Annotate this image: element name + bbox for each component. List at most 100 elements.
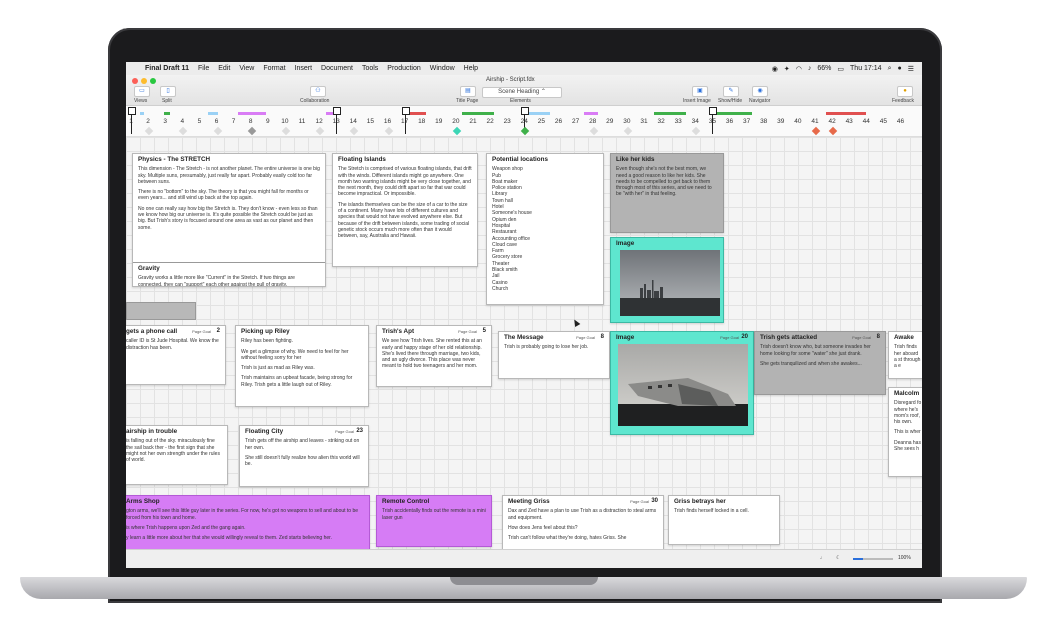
split-button[interactable]: ▯: [160, 86, 176, 97]
ruler-scene-marker[interactable]: [452, 126, 462, 136]
ruler-scene-marker[interactable]: [179, 126, 188, 136]
ruler-marker[interactable]: [333, 107, 342, 115]
zoom-window-icon[interactable]: [150, 78, 156, 84]
ruler-page-number[interactable]: 25: [534, 118, 548, 125]
ruler-page-number[interactable]: 6: [210, 118, 224, 125]
menu-tools[interactable]: Tools: [362, 65, 378, 72]
ruler-page-number[interactable]: 30: [620, 118, 634, 125]
menu-format[interactable]: Format: [263, 65, 285, 72]
card-trish-gets-attacked[interactable]: Trish gets attacked Page Goal 8 Trish do…: [754, 331, 886, 395]
menu-production[interactable]: Production: [387, 65, 420, 72]
ruler-scene-marker[interactable]: [623, 126, 633, 136]
ruler-page-number[interactable]: 15: [363, 118, 377, 125]
card-phone-call[interactable]: gets a phone call Page Goal 2 caller ID …: [126, 325, 226, 385]
ruler-page-number[interactable]: 11: [295, 118, 309, 125]
show-hide-button[interactable]: ✎: [723, 86, 739, 97]
ruler-page-number[interactable]: 34: [688, 118, 702, 125]
record-icon[interactable]: ◉: [772, 65, 778, 73]
card-airship-in-trouble[interactable]: airship in trouble is falling out of the…: [126, 425, 228, 485]
ruler-color-bar[interactable]: [208, 112, 218, 115]
beat-board[interactable]: Physics - The STRETCH This dimension - T…: [126, 137, 922, 549]
ruler-scene-marker[interactable]: [281, 126, 291, 136]
ruler-page-number[interactable]: 1: [126, 118, 138, 125]
ruler-color-bar[interactable]: [140, 112, 144, 115]
card-image-plane[interactable]: Image Page Goal 20: [610, 331, 754, 435]
ruler-page-number[interactable]: 29: [603, 118, 617, 125]
collaboration-button[interactable]: ⚇: [310, 86, 326, 97]
ruler-color-bar[interactable]: [654, 112, 686, 115]
ruler-page-number[interactable]: 8: [244, 118, 258, 125]
ruler-page-number[interactable]: 42: [825, 118, 839, 125]
menu-insert[interactable]: Insert: [295, 65, 313, 72]
night-mode-icon[interactable]: ☾: [836, 555, 840, 561]
views-button[interactable]: ▭: [134, 86, 150, 97]
ruler-scene-marker[interactable]: [521, 126, 530, 136]
navigator-button[interactable]: ◉: [752, 86, 768, 97]
card-meeting-griss[interactable]: Meeting Griss Page Goal 30 Dax and Zed h…: [502, 495, 664, 549]
card-potential-locations[interactable]: Potential locations Weapon shop Pub Boat m…: [486, 153, 604, 305]
search-icon[interactable]: ⌕: [888, 65, 892, 73]
page-ruler[interactable]: 1234567891011121314151617181920212223242…: [126, 106, 922, 137]
card-floating-city[interactable]: Floating City Page Goal 23 Trish gets of…: [239, 425, 369, 487]
ruler-page-number[interactable]: 36: [723, 118, 737, 125]
card-physics[interactable]: Physics - The STRETCH This dimension - T…: [132, 153, 326, 287]
ruler-page-number[interactable]: 21: [466, 118, 480, 125]
zoom-slider[interactable]: [853, 558, 893, 560]
ruler-color-bar[interactable]: [584, 112, 598, 115]
ruler-page-number[interactable]: 26: [552, 118, 566, 125]
ruler-scene-marker[interactable]: [144, 126, 154, 136]
ruler-page-number[interactable]: 28: [586, 118, 600, 125]
ruler-page-number[interactable]: 32: [654, 118, 668, 125]
ruler-scene-marker[interactable]: [350, 126, 359, 136]
card-like-her-kids[interactable]: Like her kids Even though she's not the …: [610, 153, 724, 233]
ruler-scene-marker[interactable]: [315, 126, 325, 136]
ruler-page-number[interactable]: 19: [432, 118, 446, 125]
card-gravity[interactable]: Gravity Gravity works a little more like…: [133, 262, 325, 286]
card-griss-betrays-her[interactable]: Griss betrays her Trish finds herself lo…: [668, 495, 780, 545]
dropbox-icon[interactable]: ✦: [784, 65, 790, 73]
card-arms-shop[interactable]: Arms Shop gton arms, we'll see this litt…: [126, 495, 370, 549]
ruler-marker[interactable]: [709, 107, 718, 115]
card-malcolm[interactable]: Malcolm Disregard fo where he's mom's ro…: [888, 387, 922, 477]
close-window-icon[interactable]: [132, 78, 138, 84]
ruler-marker[interactable]: [128, 107, 136, 115]
ruler-page-number[interactable]: 7: [227, 118, 241, 125]
ruler-page-number[interactable]: 45: [876, 118, 890, 125]
ruler-color-bar[interactable]: [826, 112, 866, 115]
ruler-page-number[interactable]: 37: [740, 118, 754, 125]
card-remote-control[interactable]: Remote Control Trish accidentally finds …: [376, 495, 492, 547]
ruler-page-number[interactable]: 44: [859, 118, 873, 125]
ruler-marker[interactable]: [521, 107, 530, 115]
insert-image-button[interactable]: ▣: [692, 86, 708, 97]
ruler-page-number[interactable]: 31: [637, 118, 651, 125]
ruler-page-number[interactable]: 18: [415, 118, 429, 125]
ruler-scene-marker[interactable]: [589, 126, 598, 136]
ruler-page-number[interactable]: 40: [791, 118, 805, 125]
ruler-page-number[interactable]: 4: [175, 118, 189, 125]
ruler-color-bar[interactable]: [716, 112, 752, 115]
menu-document[interactable]: Document: [321, 65, 353, 72]
card-the-message[interactable]: The Message Page Goal 8 Trish is probabl…: [498, 331, 610, 379]
ruler-page-number[interactable]: 33: [671, 118, 685, 125]
collapsed-card[interactable]: [126, 302, 196, 320]
menu-help[interactable]: Help: [464, 65, 478, 72]
title-page-button[interactable]: ▤: [460, 86, 476, 97]
ruler-page-number[interactable]: 46: [894, 118, 908, 125]
siri-icon[interactable]: ●: [897, 65, 901, 72]
ruler-color-bar[interactable]: [164, 112, 170, 115]
ruler-marker[interactable]: [401, 107, 410, 115]
card-picking-up-riley[interactable]: Picking up Riley Riley has been fighting…: [235, 325, 369, 407]
ruler-page-number[interactable]: 20: [449, 118, 463, 125]
wifi-icon[interactable]: ◠: [796, 65, 802, 73]
ruler-page-number[interactable]: 16: [381, 118, 395, 125]
menu-edit[interactable]: Edit: [218, 65, 230, 72]
ruler-page-number[interactable]: 39: [774, 118, 788, 125]
ruler-page-number[interactable]: 23: [500, 118, 514, 125]
card-trishs-apt[interactable]: Trish's Apt Page Goal 5 We see how Trish…: [376, 325, 492, 387]
ruler-scene-marker[interactable]: [213, 126, 222, 136]
clock[interactable]: Thu 17:14: [850, 65, 882, 72]
ruler-color-bar[interactable]: [462, 112, 494, 115]
elements-select[interactable]: Scene Heading ⌃: [482, 87, 562, 98]
menu-file[interactable]: File: [198, 65, 209, 72]
card-floating-islands[interactable]: Floating Islands The Stretch is comprise…: [332, 153, 478, 267]
